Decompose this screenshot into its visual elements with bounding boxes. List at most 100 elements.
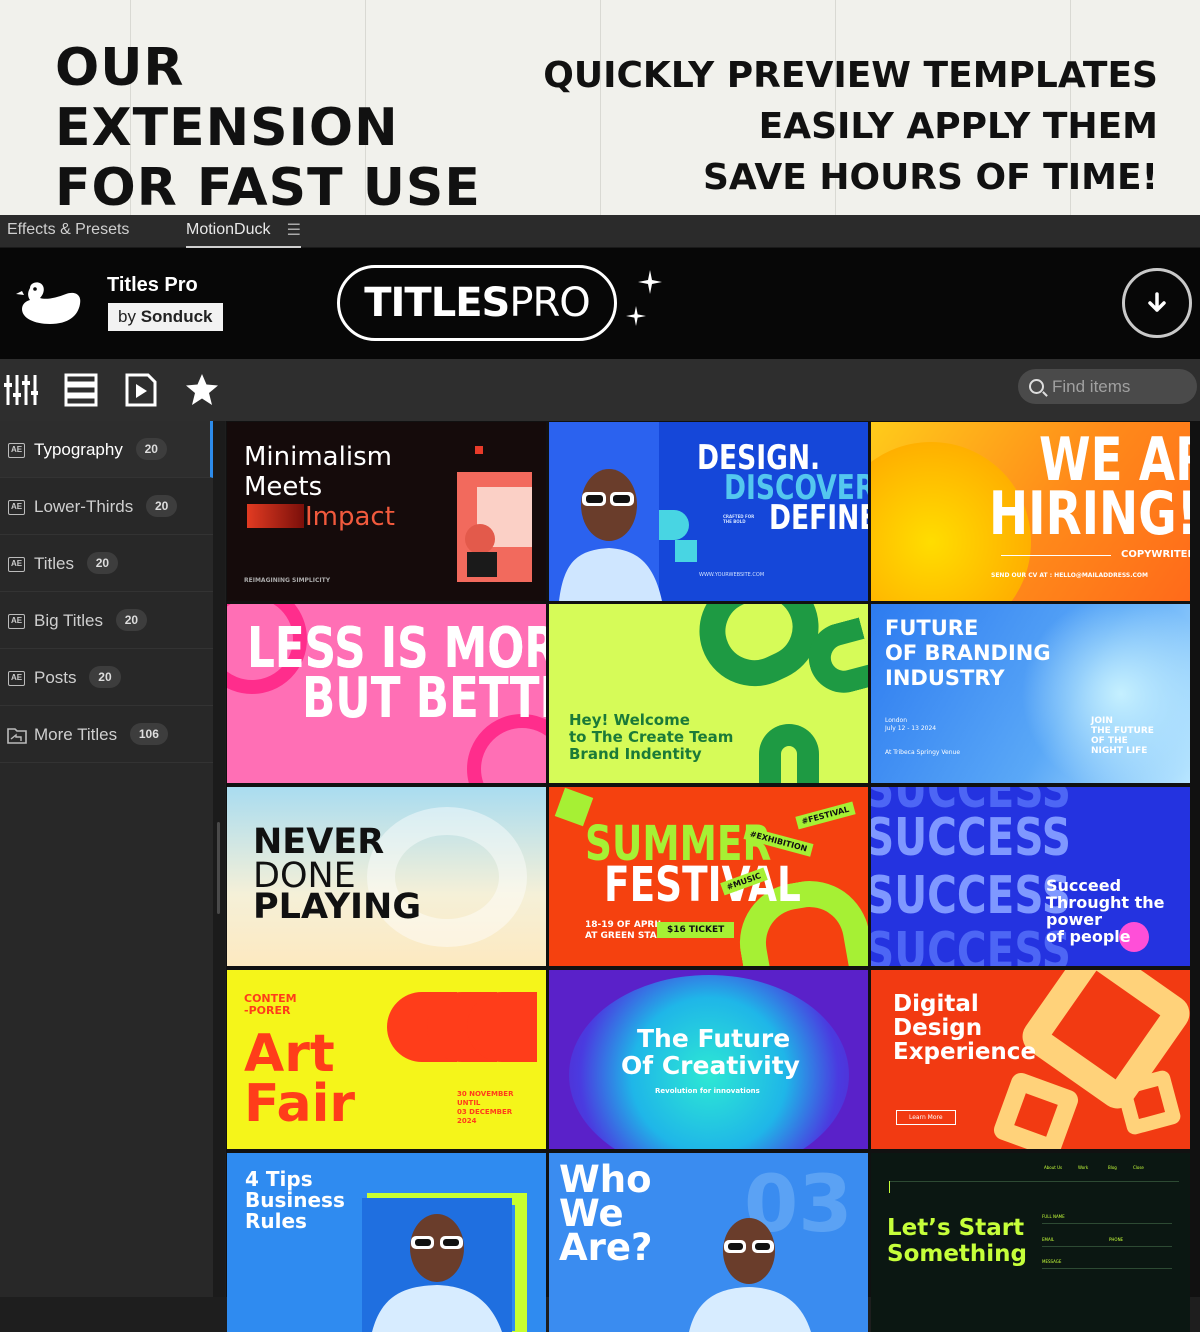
list-icon[interactable] xyxy=(64,373,98,407)
card-title-line: INDUSTRY xyxy=(885,666,1005,690)
count-badge: 20 xyxy=(115,608,148,631)
decor-square xyxy=(991,1070,1081,1149)
form-line xyxy=(1042,1223,1172,1224)
download-button[interactable] xyxy=(1122,268,1192,338)
decor-stroke xyxy=(759,724,819,783)
hamburger-menu-icon[interactable]: ☰ xyxy=(287,216,301,246)
card-title-line: OF BRANDING xyxy=(885,641,1051,665)
template-card-summer-festival[interactable]: SUMMER FESTIVAL #FESTIVAL #EXHIBITION #M… xyxy=(549,787,868,966)
template-card-hiring[interactable]: WE ARE HIRING! COPYWRITER SEND OUR CV AT… xyxy=(871,422,1190,601)
ae-icon: AE xyxy=(8,557,25,572)
card-side-line: THE FUTURE xyxy=(1091,726,1154,736)
card-small-text: -PORER xyxy=(244,1004,291,1017)
sparkle-icon xyxy=(626,306,646,326)
panel-tab-bar: Effects & Presets MotionDuck ☰ xyxy=(0,215,1200,248)
scrollbar-thumb[interactable] xyxy=(217,822,220,914)
card-title-line: Business xyxy=(245,1188,345,1212)
card-title-line: DEFINE. xyxy=(769,498,868,538)
card-footer-text: SEND OUR CV AT : HELLO@MAILADDRESS.COM xyxy=(991,572,1148,579)
card-side-line: JOIN xyxy=(1091,716,1113,726)
template-card-success[interactable]: SUCCESS SUCCESS SUCCESS SUCCESS Succeed … xyxy=(871,787,1190,966)
promo-features: QUICKLY PREVIEW TEMPLATES EASILY APPLY T… xyxy=(543,50,1158,203)
card-bg-word: SUCCESS xyxy=(871,866,1071,926)
sidebar-item-label: More Titles xyxy=(34,725,118,744)
card-date-line: 2024 xyxy=(457,1117,477,1125)
category-sidebar: AE Typography 20 AE Lower-Thirds 20 AE T… xyxy=(0,421,213,1297)
card-title-line: Fair xyxy=(244,1074,356,1134)
sidebar-item-label: Big Titles xyxy=(34,611,103,630)
sidebar-item-more-titles[interactable]: More Titles 106 xyxy=(0,706,213,763)
card-role: COPYWRITER xyxy=(1121,549,1190,560)
promo-feature-line: QUICKLY PREVIEW TEMPLATES xyxy=(543,55,1158,96)
sidebar-item-typography[interactable]: AE Typography 20 xyxy=(0,421,213,478)
card-button: Learn More xyxy=(896,1110,956,1125)
person-photo xyxy=(559,469,662,601)
sidebar-item-posts[interactable]: AE Posts 20 xyxy=(0,649,213,706)
tab-effects-presets[interactable]: Effects & Presets xyxy=(7,215,129,248)
card-title-line: Brand Indentity xyxy=(569,745,702,763)
sidebar-item-label: Lower-Thirds xyxy=(34,497,134,516)
nav-link: Work xyxy=(1078,1165,1089,1170)
decor-glow xyxy=(1021,604,1190,783)
ae-icon: AE xyxy=(8,443,25,458)
search-icon xyxy=(1029,379,1044,394)
card-bg-word: SUCCESS xyxy=(871,922,1071,966)
card-date: July 12 - 13 2024 xyxy=(885,725,937,732)
promo-headline: OUR EXTENSION FOR FAST USE xyxy=(55,38,481,215)
sidebar-item-label: Posts xyxy=(34,668,77,687)
star-icon[interactable] xyxy=(185,373,219,407)
decor-shape xyxy=(675,540,697,562)
card-date-line: 30 NOVEMBER xyxy=(457,1090,514,1098)
decor-shape xyxy=(659,510,689,540)
card-date-line: UNTIL xyxy=(457,1099,481,1107)
arrow-line xyxy=(1001,555,1111,556)
decor-dot xyxy=(475,446,483,454)
decor-pedestal xyxy=(467,552,497,577)
card-title-line: Minimalism xyxy=(244,442,392,472)
count-badge: 20 xyxy=(86,551,119,574)
template-card-never-done[interactable]: NEVER DONE PLAYING xyxy=(227,787,546,966)
toolbar: Find items xyxy=(0,359,1200,421)
card-title-line: Rules xyxy=(245,1209,307,1233)
sidebar-item-label: Titles xyxy=(34,554,74,573)
play-file-icon[interactable] xyxy=(124,373,158,407)
template-card-future-branding[interactable]: FUTURE OF BRANDING INDUSTRY London July … xyxy=(871,604,1190,783)
form-label: FULL NAME xyxy=(1042,1214,1065,1219)
card-title-line: BUT BETTER xyxy=(302,666,546,731)
template-card-art-fair[interactable]: CONTEM -PORER Art Fair 30 NOVEMBER UNTIL… xyxy=(227,970,546,1149)
duck-logo-icon xyxy=(16,282,81,324)
template-card-design-discover[interactable]: DESIGN. DISCOVER. DEFINE. CRAFTED FOR TH… xyxy=(549,422,868,601)
card-title-line: Digital xyxy=(893,991,979,1017)
template-card-future-creativity[interactable]: The Future Of Creativity Revolution for … xyxy=(549,970,868,1149)
logo-bold: TITLES xyxy=(364,280,510,326)
template-card-less-is-more[interactable]: LESS IS MORE, BUT BETTER xyxy=(227,604,546,783)
card-url: WWW.YOURWEBSITE.COM xyxy=(699,572,765,578)
count-badge: 20 xyxy=(145,494,178,517)
nav-link: Blog xyxy=(1108,1165,1117,1170)
author-prefix: by xyxy=(118,307,136,326)
template-card-who-we-are[interactable]: 03 Who We Are? xyxy=(549,1153,868,1332)
sidebar-item-lower-thirds[interactable]: AE Lower-Thirds 20 xyxy=(0,478,213,535)
sidebar-item-label: Typography xyxy=(34,440,123,459)
card-title-line: to The Create Team xyxy=(569,728,734,746)
template-card-welcome[interactable]: Hey! Welcome to The Create Team Brand In… xyxy=(549,604,868,783)
sparkle-icon xyxy=(638,270,662,294)
person-photo xyxy=(362,1198,512,1332)
tab-label: MotionDuck xyxy=(186,221,271,238)
sidebar-item-big-titles[interactable]: AE Big Titles 20 xyxy=(0,592,213,649)
template-card-minimalism[interactable]: Minimalism Meets Impact REIMAGINING SIMP… xyxy=(227,422,546,601)
promo-banner: OUR EXTENSION FOR FAST USE QUICKLY PREVI… xyxy=(0,0,1200,215)
sliders-icon[interactable] xyxy=(4,373,38,407)
template-card-digital-design[interactable]: Digital Design Experience Learn More xyxy=(871,970,1190,1149)
author-badge: by Sonduck xyxy=(108,303,223,331)
search-input[interactable]: Find items xyxy=(1018,369,1197,404)
card-side-line: OF THE xyxy=(1091,736,1128,746)
divider xyxy=(889,1181,1179,1182)
tab-motionduck[interactable]: MotionDuck ☰ xyxy=(186,215,301,248)
form-label: EMAIL xyxy=(1042,1237,1055,1242)
sidebar-item-titles[interactable]: AE Titles 20 xyxy=(0,535,213,592)
template-card-lets-start[interactable]: About Us Work Blog Close Let’s Start Som… xyxy=(871,1153,1190,1332)
card-side-line: NIGHT LIFE xyxy=(1091,746,1148,756)
template-card-4-tips[interactable]: 4 Tips Business Rules xyxy=(227,1153,546,1332)
card-city: London xyxy=(885,717,907,724)
